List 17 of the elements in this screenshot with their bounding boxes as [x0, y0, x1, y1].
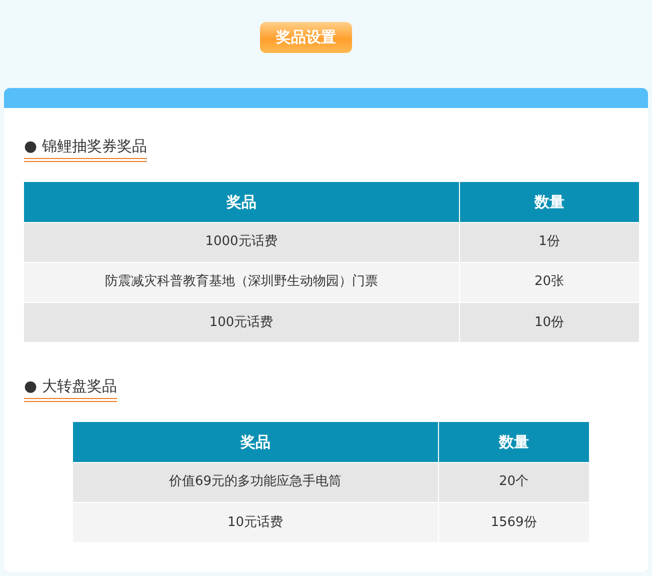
column-header: 奖品	[24, 182, 459, 222]
table-cell: 1份	[459, 222, 639, 262]
table-cell: 价值69元的多功能应急手电筒	[73, 462, 438, 502]
table-cell: 100元话费	[24, 302, 459, 342]
section-heading: ● 锦鲤抽奖券奖品	[24, 136, 147, 162]
table-cell: 10份	[459, 302, 639, 342]
column-header: 数量	[438, 422, 589, 462]
table-cell: 1000元话费	[24, 222, 459, 262]
section-heading: ● 大转盘奖品	[24, 376, 117, 402]
column-header: 奖品	[73, 422, 438, 462]
table-cell: 20个	[438, 462, 589, 502]
column-header: 数量	[459, 182, 639, 222]
table-cell: 10元话费	[73, 502, 438, 542]
table-cell: 20张	[459, 262, 639, 302]
table-cell: 防震减灾科普教育基地（深圳野生动物园）门票	[24, 262, 459, 302]
prize-settings-button[interactable]: 奖品设置	[260, 22, 352, 53]
table-cell: 1569份	[438, 502, 589, 542]
